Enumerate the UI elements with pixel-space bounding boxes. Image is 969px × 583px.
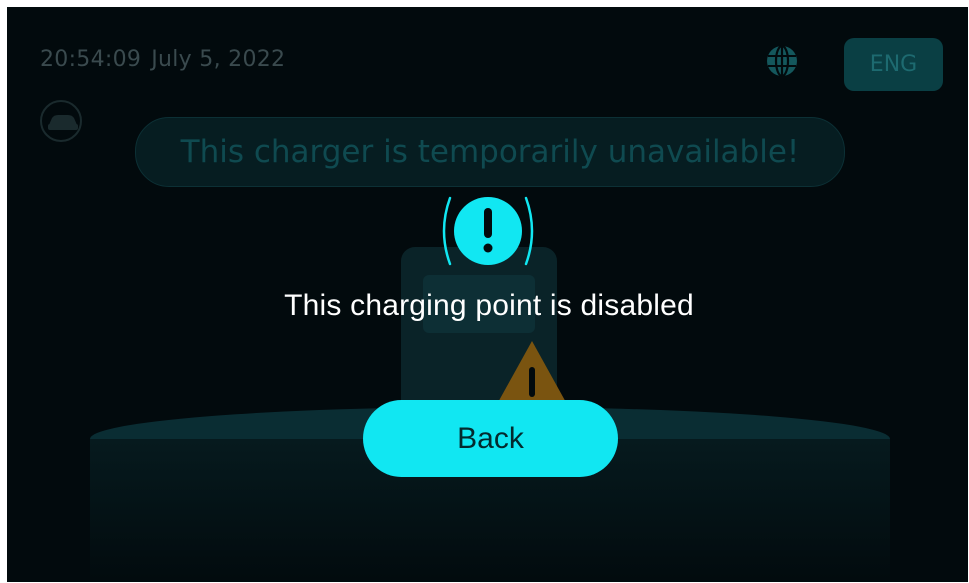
exclamation-icon [442, 196, 534, 266]
unavailable-banner: This charger is temporarily unavailable! [135, 117, 845, 187]
date-text: July 5, 2022 [151, 47, 286, 72]
car-icon [40, 100, 82, 142]
charger-screen: 20:54:09 July 5, 2022 ENG This charger is… [7, 7, 968, 582]
clock: 20:54:09 July 5, 2022 [40, 47, 285, 72]
language-button: ENG [844, 38, 943, 91]
globe-icon [767, 44, 797, 78]
back-button[interactable]: Back [363, 400, 618, 477]
disabled-message: This charging point is disabled [284, 289, 694, 322]
time-text: 20:54:09 [40, 47, 142, 72]
